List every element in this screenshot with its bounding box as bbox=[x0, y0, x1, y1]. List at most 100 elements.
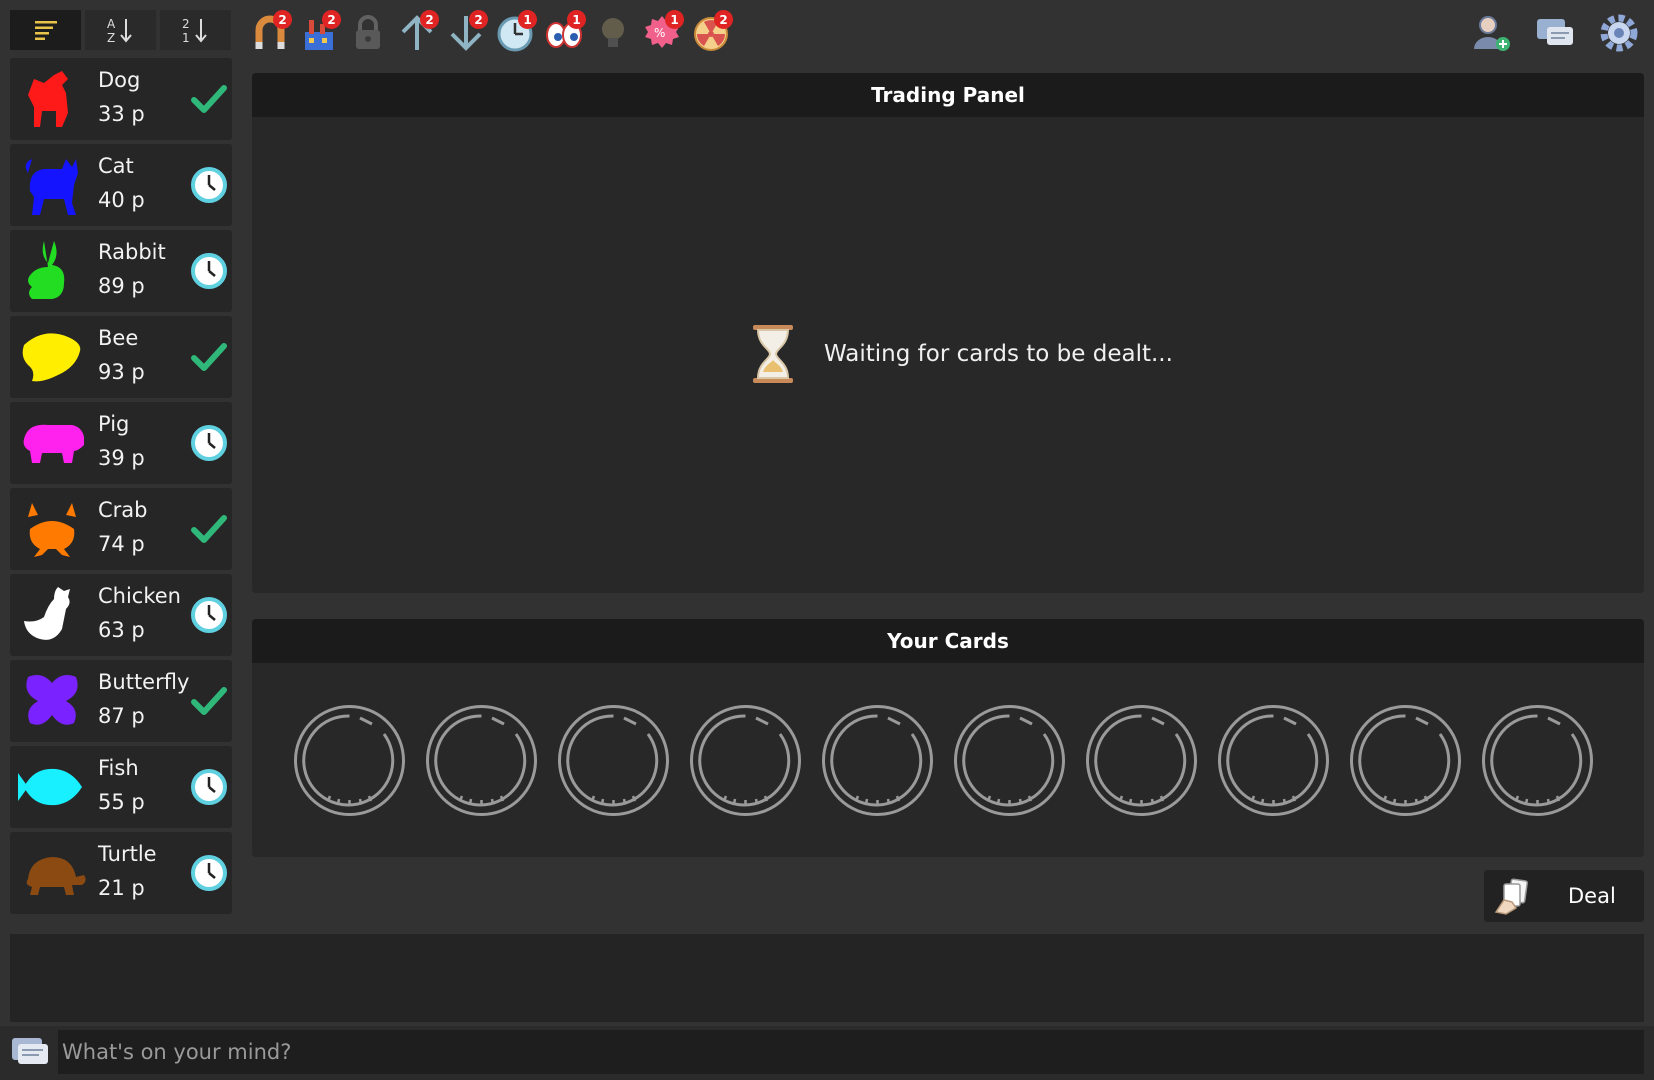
animal-points: 89 p bbox=[98, 274, 145, 298]
chat-input[interactable] bbox=[58, 1030, 1644, 1074]
clock-icon bbox=[191, 855, 227, 891]
animal-points: 93 p bbox=[98, 360, 145, 384]
animal-points: 40 p bbox=[98, 188, 145, 212]
animal-row-chicken[interactable]: Chicken 63 p bbox=[10, 574, 232, 656]
add-user-button[interactable] bbox=[1470, 12, 1512, 54]
checkmark-icon bbox=[191, 343, 227, 371]
empty-card-slot-icon bbox=[558, 705, 669, 816]
svg-text:Z: Z bbox=[107, 31, 115, 44]
chat-button[interactable] bbox=[1534, 12, 1576, 54]
clock-icon bbox=[191, 167, 227, 203]
animal-points: 74 p bbox=[98, 532, 145, 556]
animal-name: Pig bbox=[98, 412, 130, 436]
empty-card-slot-icon bbox=[294, 705, 405, 816]
lock-icon bbox=[356, 15, 380, 49]
eyes-powerup[interactable]: 1 bbox=[544, 10, 586, 54]
animal-name: Chicken bbox=[98, 584, 181, 608]
clock-icon bbox=[191, 597, 227, 633]
svg-text:A: A bbox=[107, 17, 116, 31]
animal-row-dog[interactable]: Dog 33 p bbox=[10, 58, 232, 140]
animal-name: Butterfly bbox=[98, 670, 190, 694]
powerup-bar: 2 2 2 2 1 1 % 1 2 bbox=[250, 10, 733, 54]
card-slot[interactable] bbox=[424, 703, 539, 818]
your-cards-panel: Your Cards bbox=[252, 619, 1644, 857]
card-slot[interactable] bbox=[556, 703, 671, 818]
animal-points: 87 p bbox=[98, 704, 145, 728]
settings-button[interactable] bbox=[1598, 12, 1640, 54]
empty-card-slot-icon bbox=[822, 705, 933, 816]
svg-text:2: 2 bbox=[182, 17, 190, 31]
sort-default-button[interactable] bbox=[10, 10, 81, 50]
checkmark-icon bbox=[191, 515, 227, 543]
waiting-text: Waiting for cards to be dealt... bbox=[824, 341, 1173, 367]
card-slot-row bbox=[292, 703, 1595, 818]
animal-row-butterfly[interactable]: Butterfly 87 p bbox=[10, 660, 232, 742]
list-lines-icon bbox=[34, 21, 57, 40]
animal-row-pig[interactable]: Pig 39 p bbox=[10, 402, 232, 484]
radiation-powerup[interactable]: 2 bbox=[691, 10, 733, 54]
clock-icon bbox=[191, 769, 227, 805]
deal-button[interactable]: Deal bbox=[1484, 870, 1644, 922]
card-slot[interactable] bbox=[820, 703, 935, 818]
cat-icon bbox=[25, 159, 78, 215]
card-slot[interactable] bbox=[292, 703, 407, 818]
card-slot[interactable] bbox=[1348, 703, 1463, 818]
animal-points: 55 p bbox=[98, 790, 145, 814]
card-slot[interactable] bbox=[688, 703, 803, 818]
animal-name: Fish bbox=[98, 756, 139, 780]
animal-points: 63 p bbox=[98, 618, 145, 642]
lightbulb-powerup[interactable] bbox=[593, 10, 633, 54]
arrow-up-powerup[interactable]: 2 bbox=[397, 10, 439, 54]
powerup-count-badge: 1 bbox=[567, 10, 586, 29]
card-slot[interactable] bbox=[1480, 703, 1595, 818]
clock-powerup[interactable]: 1 bbox=[495, 10, 537, 54]
clock-icon bbox=[191, 425, 227, 461]
lock-powerup[interactable] bbox=[348, 10, 388, 54]
sort-button-group: A Z 2 1 bbox=[10, 10, 231, 50]
animal-name: Cat bbox=[98, 154, 134, 178]
sort-numeric-button[interactable]: 2 1 bbox=[160, 10, 231, 50]
animal-row-bee[interactable]: Bee 93 p bbox=[10, 316, 232, 398]
animal-list: Dog 33 p Cat 40 p Rabbit 89 p Bee 93 p Pig 39 p Cr… bbox=[10, 58, 232, 918]
animal-name: Dog bbox=[98, 68, 141, 92]
powerup-count-badge: 1 bbox=[518, 10, 537, 29]
dog-icon bbox=[28, 71, 68, 127]
card-slot[interactable] bbox=[952, 703, 1067, 818]
discount-powerup[interactable]: % 1 bbox=[642, 10, 684, 54]
animal-row-turtle[interactable]: Turtle 21 p bbox=[10, 832, 232, 914]
powerup-count-badge: 2 bbox=[273, 10, 292, 29]
card-slot[interactable] bbox=[1216, 703, 1331, 818]
arrow-down-powerup[interactable]: 2 bbox=[446, 10, 488, 54]
butterfly-icon bbox=[26, 675, 78, 725]
empty-card-slot-icon bbox=[954, 705, 1065, 816]
checkmark-icon bbox=[191, 85, 227, 113]
factory-powerup[interactable]: 2 bbox=[299, 10, 341, 54]
sort-alpha-button[interactable]: A Z bbox=[85, 10, 156, 50]
pig-icon bbox=[23, 424, 85, 463]
card-slot[interactable] bbox=[1084, 703, 1199, 818]
animal-row-cat[interactable]: Cat 40 p bbox=[10, 144, 232, 226]
animal-row-rabbit[interactable]: Rabbit 89 p bbox=[10, 230, 232, 312]
top-right-actions bbox=[1470, 12, 1640, 54]
chat-message-icon bbox=[12, 1038, 48, 1064]
animal-row-fish[interactable]: Fish 55 p bbox=[10, 746, 232, 828]
trading-panel-title: Trading Panel bbox=[252, 73, 1644, 117]
checkmark-icon bbox=[191, 687, 227, 715]
your-cards-title: Your Cards bbox=[252, 619, 1644, 663]
empty-card-slot-icon bbox=[1218, 705, 1329, 816]
bee-icon bbox=[22, 333, 81, 382]
add-user-icon bbox=[1474, 16, 1510, 51]
trading-panel: Trading Panel Waiting for cards to be de… bbox=[252, 73, 1644, 593]
deal-hand-icon bbox=[1494, 878, 1528, 915]
animal-points: 39 p bbox=[98, 446, 145, 470]
svg-text:1: 1 bbox=[182, 31, 190, 44]
powerup-count-badge: 2 bbox=[714, 10, 733, 29]
chicken-icon bbox=[24, 587, 70, 640]
chat-log bbox=[10, 934, 1644, 1022]
animal-name: Turtle bbox=[98, 842, 157, 866]
animal-row-crab[interactable]: Crab 74 p bbox=[10, 488, 232, 570]
powerup-count-badge: 2 bbox=[420, 10, 439, 29]
magnet-powerup[interactable]: 2 bbox=[250, 10, 292, 54]
animal-points: 21 p bbox=[98, 876, 145, 900]
chat-bar bbox=[0, 1026, 1654, 1080]
